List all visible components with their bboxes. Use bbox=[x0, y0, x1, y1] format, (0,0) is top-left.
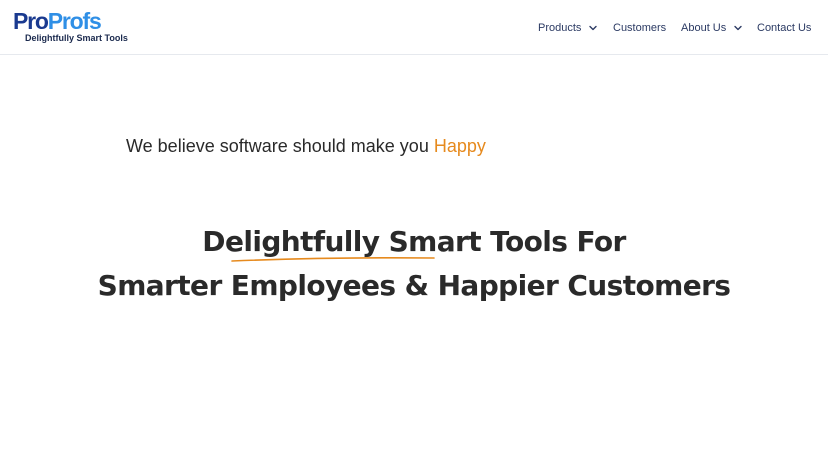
hero-headline-line2: Smarter Employees & Happier Customers bbox=[97, 269, 731, 302]
logo-tagline: Delightfully Smart Tools bbox=[25, 33, 128, 43]
logo-wordmark: ProProfs bbox=[13, 8, 102, 34]
site-header: ProProfs Delightfully Smart Tools Produc… bbox=[0, 0, 828, 55]
nav-contact-us-label: Contact Us bbox=[757, 21, 812, 34]
logo-wordmark-pro: Pro bbox=[13, 8, 49, 34]
nav-customers-label: Customers bbox=[613, 21, 667, 34]
logo-wordmark-profs: Profs bbox=[47, 8, 102, 34]
nav-about-us[interactable]: About Us bbox=[681, 22, 743, 34]
chevron-down-icon bbox=[734, 25, 742, 31]
hero-tagline-highlight: Happy bbox=[433, 136, 486, 156]
nav-products-label: Products bbox=[538, 21, 582, 34]
hero-tagline: We believe software should make you Happ… bbox=[126, 136, 486, 157]
nav-customers[interactable]: Customers bbox=[613, 22, 666, 34]
chevron-down-icon bbox=[589, 25, 598, 31]
nav-products[interactable]: Products bbox=[538, 22, 598, 34]
underline-swoosh bbox=[231, 257, 435, 262]
hero-tagline-prefix: We believe software should make you bbox=[126, 136, 434, 156]
nav-contact-us[interactable]: Contact Us bbox=[757, 22, 811, 34]
hero-headline: Delightfully Smart Tools For Smarter Emp… bbox=[0, 220, 828, 308]
nav-about-us-label: About Us bbox=[681, 21, 727, 34]
proprofs-logo[interactable]: ProProfs Delightfully Smart Tools bbox=[13, 8, 128, 47]
